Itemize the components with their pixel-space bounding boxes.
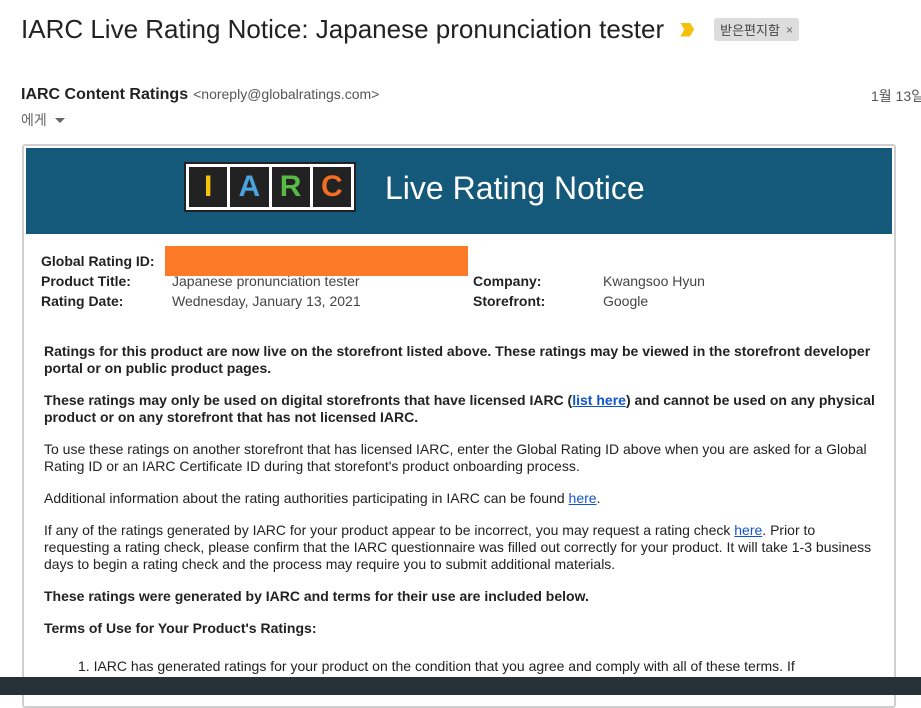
logo-letter-c: C (312, 167, 351, 207)
subject-row: IARC Live Rating Notice: Japanese pronun… (21, 14, 799, 45)
importance-marker-icon[interactable] (680, 23, 702, 37)
logo-letter-a: A (230, 167, 269, 207)
product-title-label: Product Title: (41, 273, 131, 289)
global-rating-id-label: Global Rating ID: (41, 253, 155, 269)
notice-banner: I A R C Live Rating Notice (26, 148, 892, 234)
recipient-toggle[interactable]: 에게 (21, 110, 65, 130)
rating-date-value: Wednesday, January 13, 2021 (172, 293, 361, 309)
product-title-value: Japanese pronunciation tester (172, 273, 360, 289)
banner-title: Live Rating Notice (385, 170, 645, 206)
email-date: 1월 13일 (871, 88, 921, 104)
rating-check-here-link[interactable]: here (734, 522, 762, 538)
chevron-down-icon[interactable] (54, 117, 65, 123)
sender-row: IARC Content Ratings <noreply@globalrati… (21, 86, 379, 104)
iarc-logo: I A R C (184, 162, 356, 212)
inbox-label-chip[interactable]: 받은편지함 × (714, 18, 799, 41)
redacted-rating-id (165, 246, 468, 276)
paragraph-rating-check-a: If any of the ratings generated by IARC … (44, 522, 735, 538)
storefront-label: Storefront: (473, 293, 546, 309)
logo-letter-i: I (189, 167, 228, 207)
paragraph-authorities-a: Additional information about the rating … (44, 490, 569, 506)
company-value: Kwangsoo Hyun (603, 273, 705, 289)
paragraph-authorities: Additional information about the rating … (44, 490, 876, 507)
bottom-bar (0, 677, 921, 695)
terms-item-1: 1. IARC has generated ratings for your p… (78, 658, 795, 674)
rating-date-label: Rating Date: (41, 293, 124, 309)
remove-label-icon[interactable]: × (786, 23, 793, 37)
email-body-card: I A R C Live Rating Notice Global Rating… (22, 144, 896, 708)
paragraph-licensed-a: These ratings may only be used on digita… (44, 392, 573, 408)
logo-letter-r: R (271, 167, 310, 207)
paragraph-licensed: These ratings may only be used on digita… (44, 392, 876, 426)
sender-email: <noreply@globalratings.com> (193, 86, 380, 102)
paragraph-authorities-b: . (596, 490, 601, 506)
list-here-link[interactable]: list here (572, 392, 626, 408)
sender-name[interactable]: IARC Content Ratings (21, 86, 188, 104)
company-label: Company: (473, 273, 542, 289)
authorities-here-link[interactable]: here (569, 490, 597, 506)
email-subject: IARC Live Rating Notice: Japanese pronun… (21, 14, 665, 44)
paragraph-live: Ratings for this product are now live on… (44, 343, 871, 376)
to-label: 에게 (21, 112, 47, 128)
inbox-label-text: 받은편지함 (720, 23, 780, 38)
paragraph-rating-check: If any of the ratings generated by IARC … (44, 522, 876, 573)
terms-heading: Terms of Use for Your Product's Ratings: (44, 620, 317, 636)
paragraph-other-storefront: To use these ratings on another storefro… (44, 441, 867, 474)
paragraph-terms-intro: These ratings were generated by IARC and… (44, 588, 589, 604)
storefront-value: Google (603, 293, 649, 309)
